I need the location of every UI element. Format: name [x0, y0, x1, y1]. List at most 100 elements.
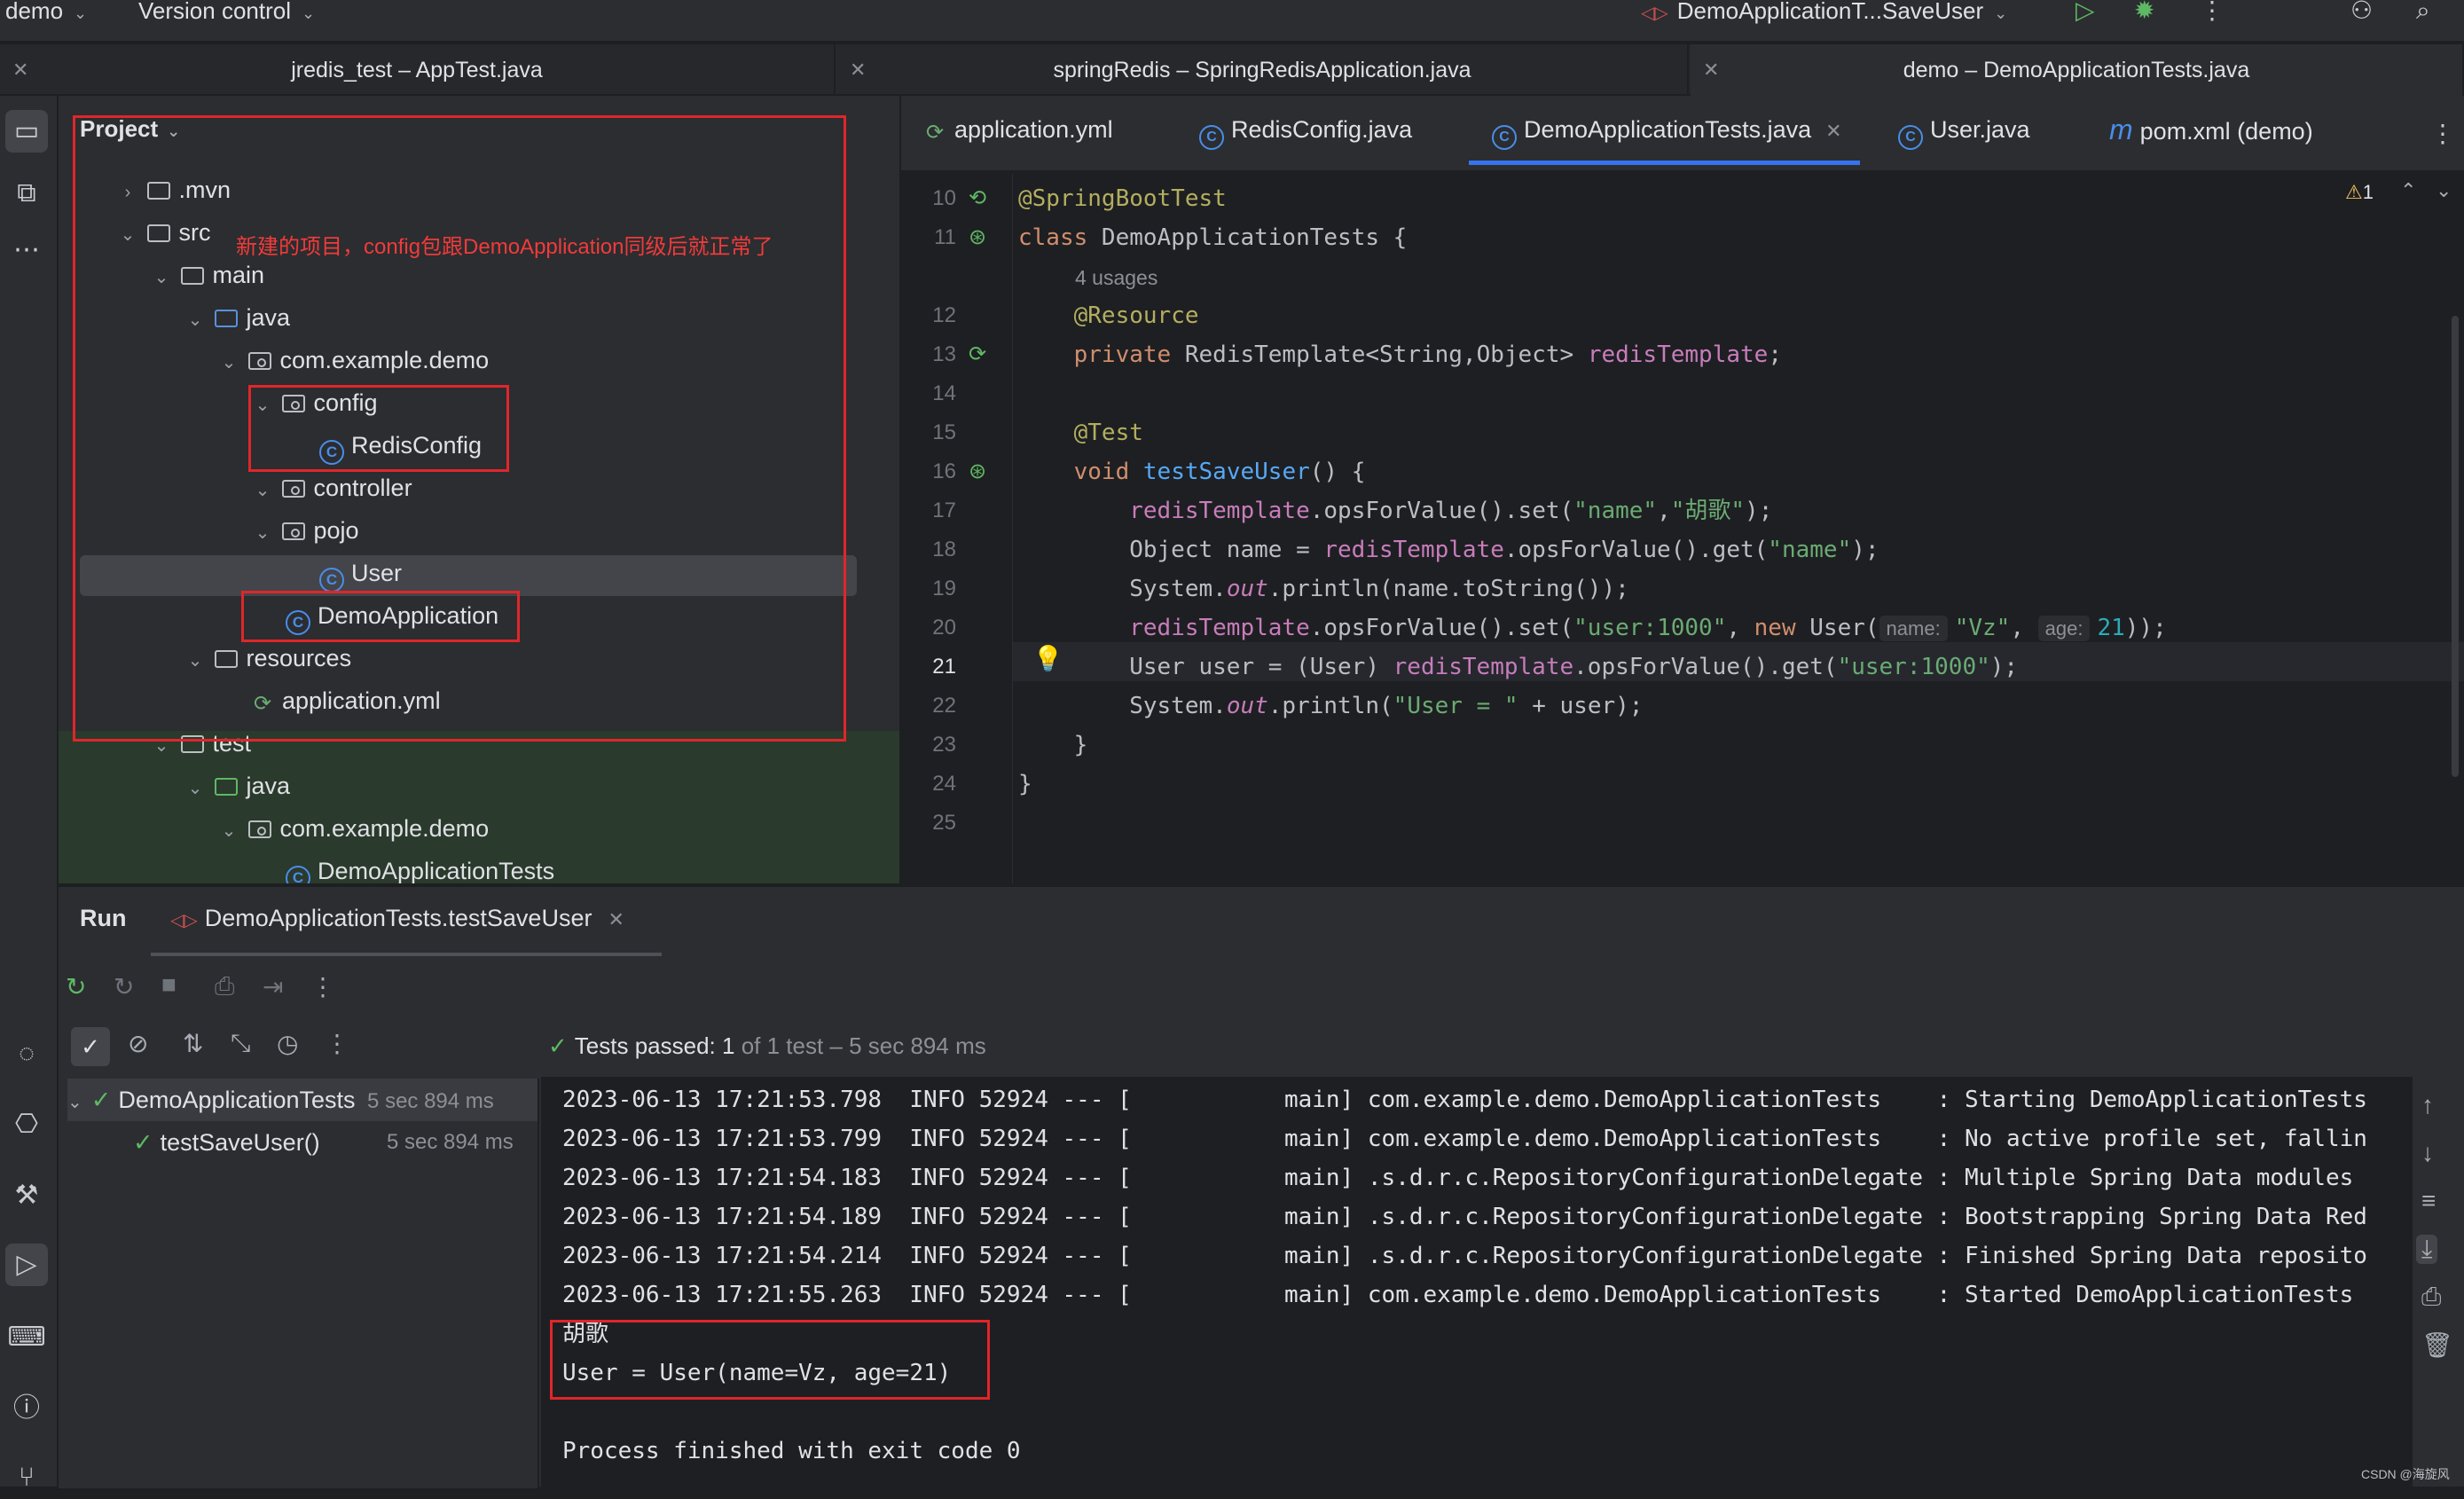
scroll-to-end-icon[interactable]: ⤓	[2416, 1235, 2438, 1264]
build-icon[interactable]: ⚒	[5, 1174, 48, 1217]
editor-tab-demoapplicationtests[interactable]: C DemoApplicationTests.java ✕	[1469, 112, 1860, 165]
line-number: 17	[932, 498, 956, 522]
window-tab-springredis[interactable]: ✕ springRedis – SpringRedisApplication.ja…	[837, 44, 1689, 96]
print-icon[interactable]: ⎙	[2421, 1283, 2441, 1312]
vcs-menu[interactable]: Version control ⌄	[138, 0, 315, 22]
trash-icon[interactable]: 🗑	[2421, 1330, 2453, 1360]
sort-icon[interactable]: ⇅	[183, 1029, 203, 1058]
editor-tab-redisconfig[interactable]: C RedisConfig.java	[1199, 112, 1412, 165]
code-line: @SpringBootTest	[1018, 185, 1227, 212]
test-results-bar: ✓ ⊘ ⇅ ⤡ ◷ ⋮ ✓ Tests passed: 1 of 1 test –…	[59, 1020, 2464, 1077]
code-line: redisTemplate.opsForValue().set("user:10…	[1129, 615, 2167, 641]
run-test-method-icon[interactable]: ⊛	[969, 452, 986, 491]
console-line: 2023-06-13 17:21:54.183 INFO 52924 --- […	[562, 1165, 2354, 1191]
autowired-bean-icon[interactable]: ⟳	[969, 335, 986, 374]
window-tab-label: demo – DemoApplicationTests.java	[1903, 58, 2250, 82]
class-icon: C	[1898, 125, 1923, 150]
rerun-icon[interactable]: ↻	[66, 972, 86, 1001]
soft-wrap-icon[interactable]: ≡	[2421, 1187, 2436, 1215]
stop-icon[interactable]: ■	[161, 970, 177, 999]
editor-gutter: 10 11 12 13 14 15 16 17 18 19 20 21 22 2…	[901, 174, 1013, 883]
tree-item-demoapplicationtests[interactable]: C DemoApplicationTests	[286, 850, 554, 883]
profiler-icon[interactable]: ◌	[5, 1032, 48, 1075]
debug-icon[interactable]: ✹	[2134, 0, 2154, 23]
run-config-selector[interactable]: ◁▷ DemoApplicationT...SaveUser ⌄	[1641, 0, 2007, 24]
chevron-down-icon[interactable]: ⌄	[183, 767, 208, 810]
project-menu[interactable]: demo ⌄	[5, 0, 87, 22]
run-tool-icon[interactable]: ▷	[5, 1244, 48, 1286]
code-line: void testSaveUser() {	[1073, 459, 1366, 485]
window-tab-demo[interactable]: ✕ demo – DemoApplicationTests.java	[1691, 44, 2464, 96]
annotation-box-config	[248, 385, 509, 472]
test-time: 5 sec 894 ms	[367, 1089, 494, 1113]
warning-icon: ⚠	[2345, 181, 2363, 203]
usages-hint[interactable]: 4 usages	[1075, 257, 1157, 296]
console-output[interactable]: 2023-06-13 17:21:53.798 INFO 52924 --- […	[541, 1077, 2413, 1488]
tree-item-test-java[interactable]: ⌄ java	[183, 765, 290, 807]
test-results-tree: ⌄ ✓ DemoApplicationTests 5 sec 894 ms ✓ tes…	[59, 1079, 539, 1488]
more-icon[interactable]: ⋮	[310, 972, 335, 1001]
tree-item-test-package[interactable]: ⌄ com.example.demo	[216, 807, 490, 852]
window-tab-jredis[interactable]: ✕ jredis_test – AppTest.java	[0, 44, 836, 96]
close-icon[interactable]: ✕	[850, 44, 866, 96]
close-icon[interactable]: ✕	[608, 908, 624, 930]
chevron-up-icon[interactable]: ⌃	[2400, 179, 2416, 202]
history-icon[interactable]: ◷	[277, 1029, 298, 1058]
spring-bean-icon[interactable]: ⟲	[969, 179, 986, 218]
arrow-up-icon[interactable]: ↑	[2421, 1091, 2434, 1119]
console-line: 2023-06-13 17:21:54.189 INFO 52924 --- […	[562, 1204, 2367, 1230]
run-config-label: DemoApplicationT...SaveUser	[1676, 0, 1984, 24]
close-icon[interactable]: ✕	[1703, 44, 1719, 96]
close-icon[interactable]: ✕	[12, 44, 28, 96]
run-icon[interactable]: ▷	[2076, 0, 2095, 23]
more-tools-icon[interactable]: ⋯	[5, 229, 48, 271]
chevron-down-icon[interactable]: ⌄	[216, 810, 241, 852]
console-line: 2023-06-13 17:21:54.214 INFO 52924 --- […	[562, 1243, 2367, 1269]
show-ignored-icon[interactable]: ⊘	[128, 1029, 148, 1058]
line-number: 19	[932, 577, 956, 600]
code-editor[interactable]: 10 11 12 13 14 15 16 17 18 19 20 21 22 2…	[901, 174, 2464, 883]
run-tab-testsaveuser[interactable]: ◁▷ DemoApplicationTests.testSaveUser ✕	[170, 905, 624, 932]
test-row-method[interactable]: ✓ testSaveUser() 5 sec 894 ms	[133, 1121, 538, 1164]
project-folder-icon[interactable]: ▭	[5, 110, 48, 153]
run-tab-label: DemoApplicationTests.testSaveUser	[204, 905, 592, 931]
export-icon[interactable]: ⇥	[263, 972, 283, 1001]
editor-tab-label: application.yml	[954, 116, 1113, 143]
camera-icon[interactable]: ⎙	[215, 972, 234, 1001]
lightbulb-icon[interactable]: 💡	[1032, 644, 1063, 673]
test-row-class[interactable]: ⌄ ✓ DemoApplicationTests 5 sec 894 ms	[67, 1079, 538, 1121]
editor-scrollbar[interactable]	[2452, 316, 2459, 777]
terminal-icon[interactable]: ⌨	[5, 1316, 48, 1359]
services-icon[interactable]: ⎔	[5, 1103, 48, 1146]
git-icon[interactable]: ⑂	[5, 1456, 48, 1499]
console-side-toolbar: ↑ ↓ ≡ ⤓ ⎙ 🗑	[2413, 1073, 2464, 1487]
line-number: 10	[932, 186, 956, 210]
more-tabs-icon[interactable]: ⋮	[2430, 119, 2455, 148]
editor-tab-label: RedisConfig.java	[1231, 116, 1413, 143]
class-icon: C	[1199, 125, 1224, 150]
chevron-down-icon[interactable]: ⌄	[2436, 179, 2452, 202]
close-icon[interactable]: ✕	[1825, 120, 1841, 142]
code-line: @Resource	[1073, 302, 1199, 329]
more-icon[interactable]: ⋮	[325, 1029, 349, 1058]
editor-tab-pom[interactable]: m pom.xml (demo)	[2109, 112, 2313, 165]
problems-icon[interactable]: ⓘ	[5, 1387, 48, 1430]
editor-tab-application-yml[interactable]: ⟳ application.yml	[922, 112, 1113, 165]
maven-icon: m	[2109, 114, 2133, 145]
rerun-failed-icon[interactable]: ↻	[114, 972, 134, 1001]
check-icon: ✓	[90, 1087, 112, 1113]
arrow-down-icon[interactable]: ↓	[2421, 1139, 2434, 1167]
run-test-class-icon[interactable]: ⊛	[969, 218, 986, 257]
show-passed-icon[interactable]: ✓	[71, 1027, 110, 1066]
code-line: }	[1018, 732, 1088, 758]
warnings-indicator[interactable]: ⚠1	[2345, 181, 2374, 204]
chevron-down-icon[interactable]: ⌄	[67, 1093, 82, 1112]
search-icon[interactable]: ⌕	[2416, 0, 2430, 23]
add-user-icon[interactable]: ⚇	[2350, 0, 2373, 23]
line-number: 16	[932, 459, 956, 483]
more-icon[interactable]: ⋮	[2200, 0, 2225, 23]
structure-icon[interactable]: ⧉	[5, 172, 48, 215]
editor-tab-user[interactable]: C User.java	[1898, 112, 2030, 165]
tree-item-label: com.example.demo	[279, 815, 490, 842]
collapse-icon[interactable]: ⤡	[231, 1029, 250, 1058]
